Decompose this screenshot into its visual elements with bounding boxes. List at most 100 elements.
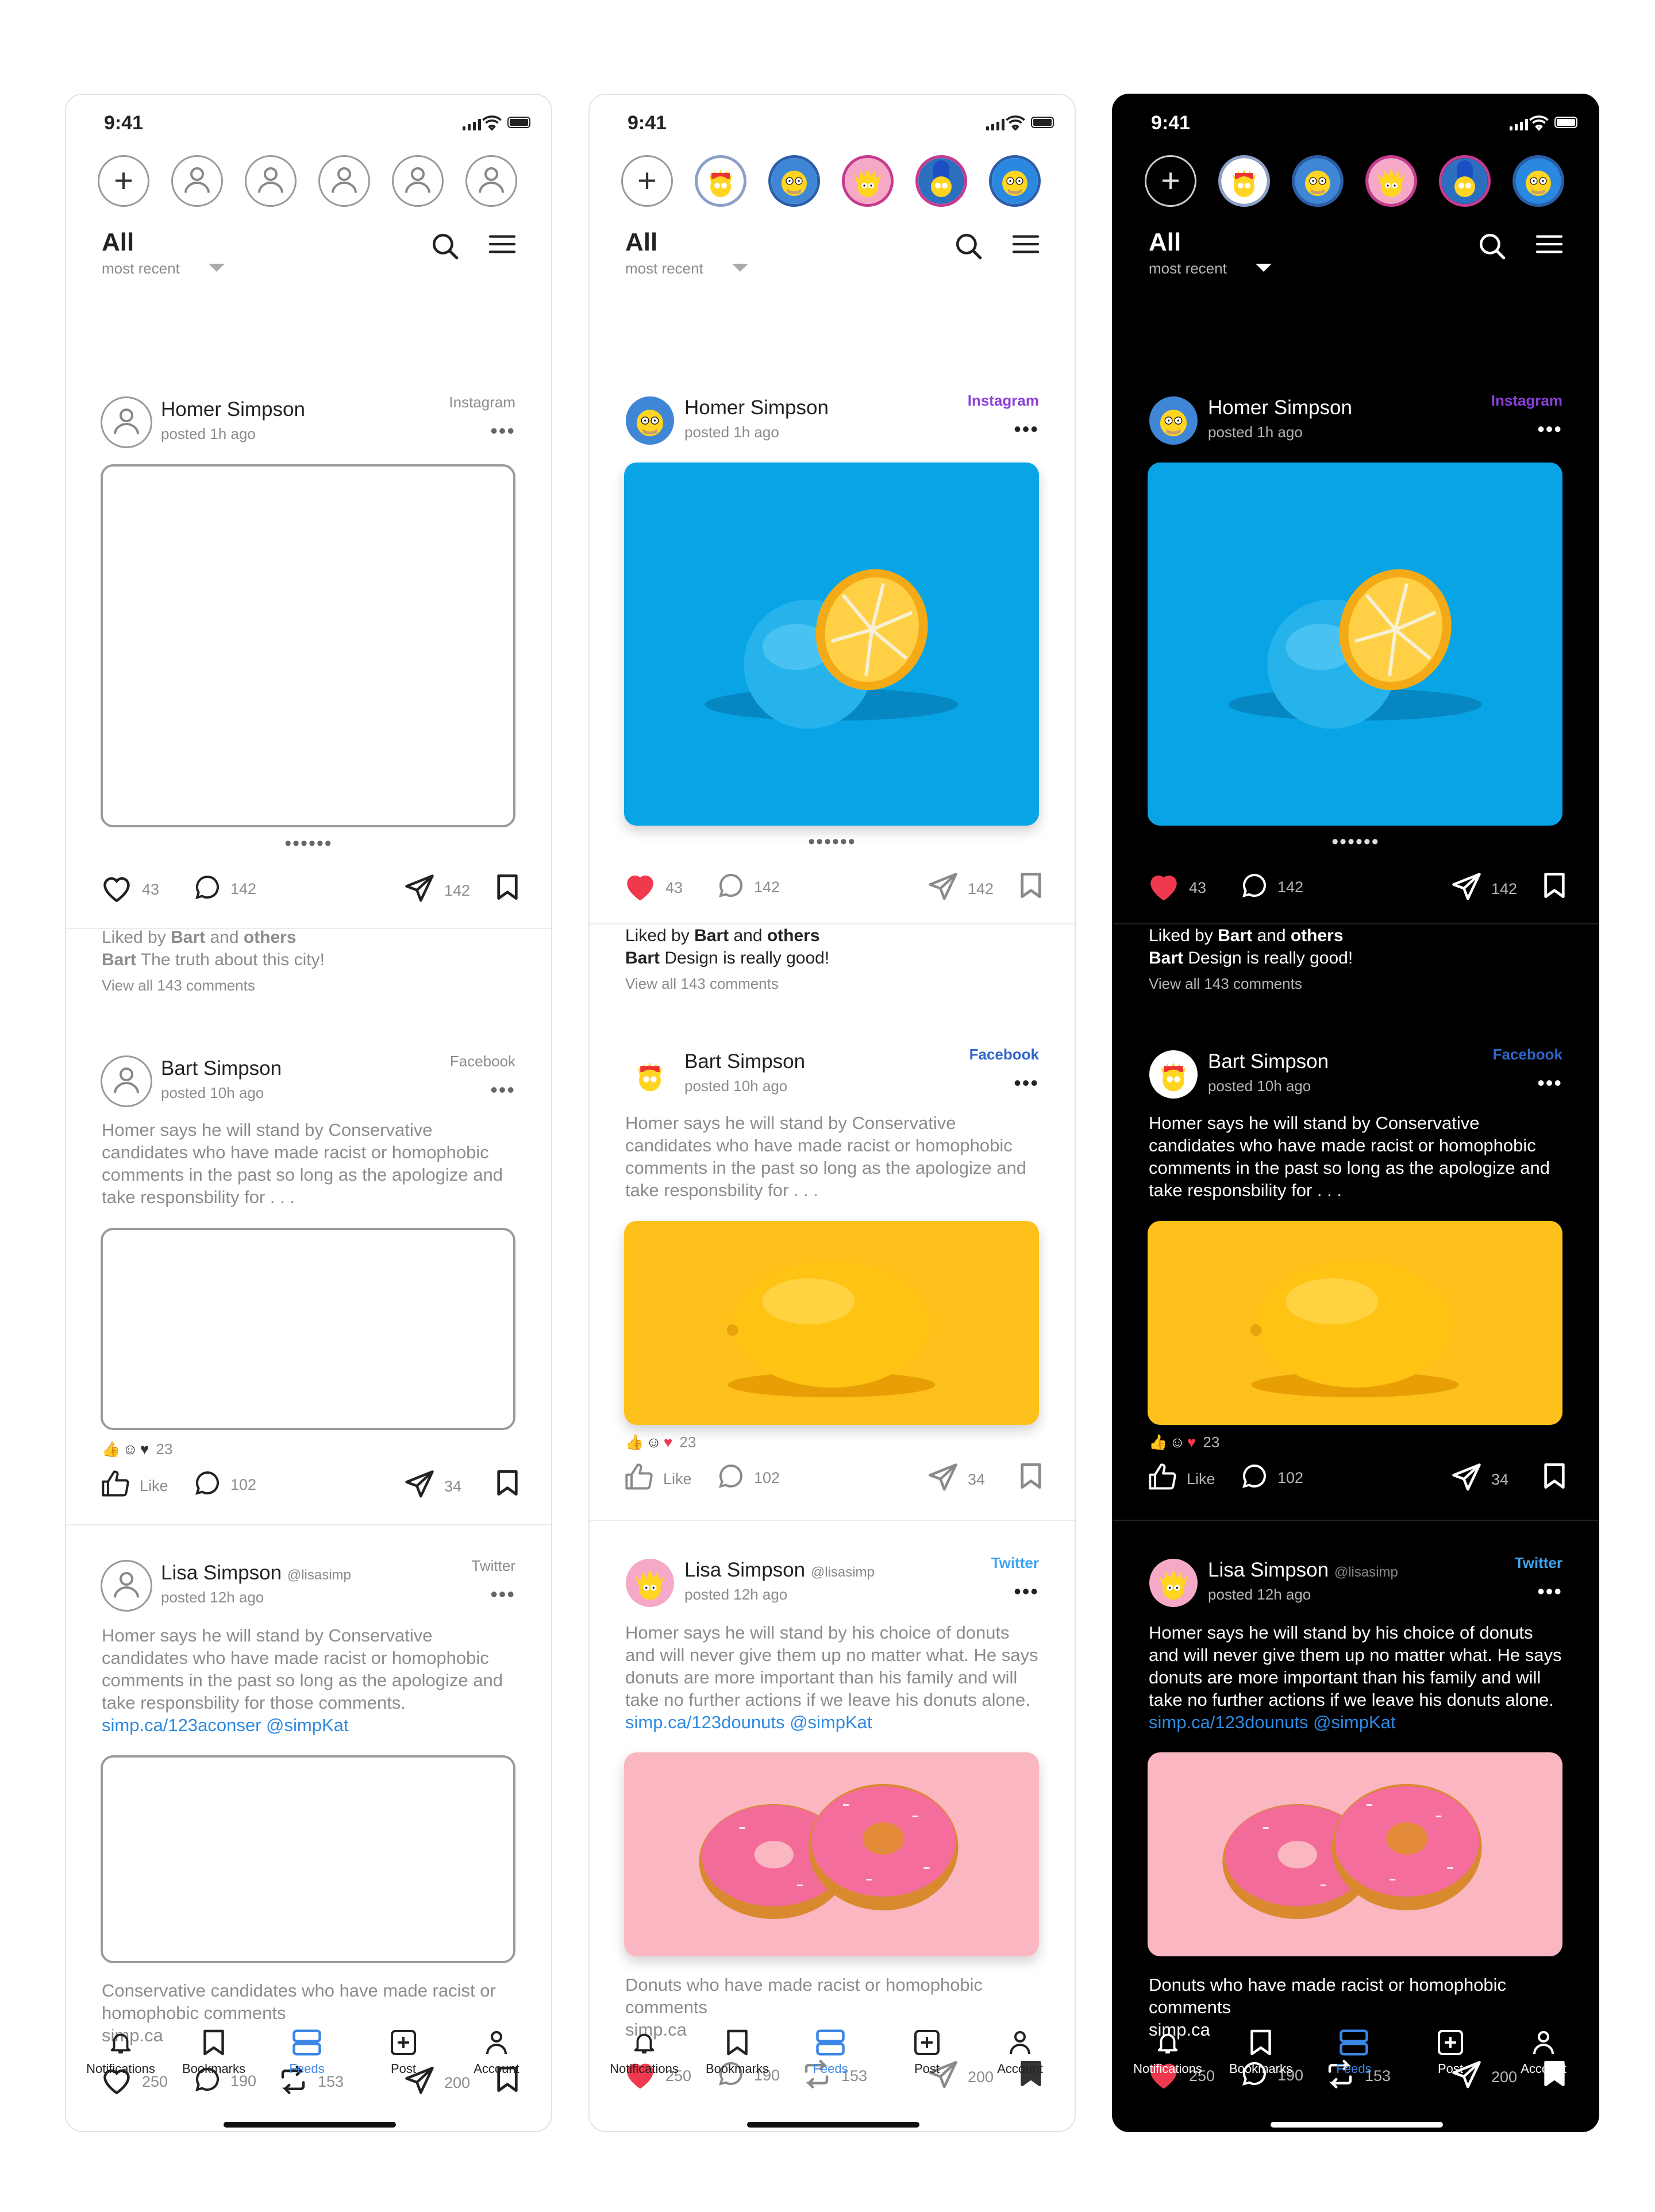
share-button[interactable]: 34 (404, 1469, 461, 1504)
story-avatar[interactable] (842, 155, 894, 207)
sort-selector[interactable]: most recent (1149, 260, 1227, 278)
image-pager[interactable]: •••••• (590, 832, 1075, 851)
tab-post[interactable]: Post (360, 2028, 447, 2076)
share-button[interactable]: 142 (1451, 872, 1517, 907)
author-avatar[interactable] (624, 1049, 676, 1100)
author-avatar[interactable] (101, 1055, 152, 1107)
post-link[interactable]: simp.ca/123aconser @simpKat (102, 1715, 349, 1735)
tab-account[interactable]: Account (977, 2028, 1063, 2076)
story-avatar[interactable] (245, 155, 297, 207)
sort-selector[interactable]: most recent (102, 260, 180, 278)
post-image[interactable] (624, 1221, 1039, 1425)
author-avatar[interactable] (624, 1557, 676, 1609)
chevron-down-icon[interactable] (209, 264, 225, 272)
more-options-icon[interactable]: ••• (1537, 1073, 1562, 1093)
post-image[interactable] (1148, 463, 1562, 826)
menu-icon[interactable] (488, 234, 516, 257)
story-avatar[interactable] (318, 155, 370, 207)
post-image[interactable] (624, 463, 1039, 826)
tab-bookmarks[interactable]: Bookmarks (171, 2028, 257, 2076)
add-story-button[interactable]: + (98, 155, 149, 207)
author-name[interactable]: Homer Simpson (161, 398, 305, 421)
more-options-icon[interactable]: ••• (1014, 1581, 1039, 1602)
bookmark-button[interactable] (496, 1469, 519, 1501)
share-button[interactable]: 142 (927, 872, 994, 907)
post-image[interactable] (101, 1228, 515, 1430)
comment-button[interactable]: 102 (1241, 1462, 1303, 1494)
comment-button[interactable]: 142 (1241, 872, 1303, 903)
author-avatar[interactable] (1148, 1557, 1199, 1609)
author-name[interactable]: Bart Simpson (1208, 1050, 1329, 1073)
add-story-button[interactable]: + (621, 155, 673, 207)
like-button[interactable]: Like (1148, 1462, 1215, 1496)
tab-feeds[interactable]: Feeds (264, 2028, 350, 2076)
more-options-icon[interactable]: ••• (1537, 419, 1562, 440)
menu-icon[interactable] (1012, 234, 1040, 257)
comment-button[interactable]: 142 (194, 873, 256, 905)
more-options-icon[interactable]: ••• (490, 421, 515, 441)
more-options-icon[interactable]: ••• (1014, 419, 1039, 440)
add-story-button[interactable]: + (1145, 155, 1196, 207)
search-icon[interactable] (1477, 232, 1506, 263)
tab-bookmarks[interactable]: Bookmarks (694, 2028, 780, 2076)
author-avatar[interactable] (1148, 1049, 1199, 1100)
search-icon[interactable] (430, 232, 459, 263)
comment-button[interactable]: 142 (717, 872, 780, 903)
like-button[interactable]: 43 (1148, 872, 1206, 904)
story-avatar[interactable] (465, 155, 517, 207)
comment-button[interactable]: 102 (194, 1469, 256, 1501)
menu-icon[interactable] (1535, 234, 1563, 257)
tab-feeds[interactable]: Feeds (787, 2028, 873, 2076)
more-options-icon[interactable]: ••• (1537, 1581, 1562, 1602)
reactions-summary[interactable]: 👍 ☺ ♥ 23 (102, 1440, 172, 1458)
author-avatar[interactable] (624, 395, 676, 446)
author-name[interactable]: Homer Simpson (1208, 396, 1352, 419)
post-link[interactable]: simp.ca/123dounuts @simpKat (1149, 1712, 1396, 1732)
bookmark-button[interactable] (1019, 1462, 1042, 1494)
story-avatar[interactable] (1292, 155, 1344, 207)
tab-bookmarks[interactable]: Bookmarks (1218, 2028, 1304, 2076)
like-button[interactable]: Like (624, 1462, 692, 1496)
share-button[interactable]: 142 (404, 873, 470, 908)
tab-post[interactable]: Post (884, 2028, 970, 2076)
author-name[interactable]: Bart Simpson (684, 1050, 805, 1073)
post-image[interactable] (1148, 1752, 1562, 1956)
story-avatar[interactable] (915, 155, 967, 207)
bookmark-button[interactable] (1019, 872, 1042, 903)
sort-selector[interactable]: most recent (625, 260, 703, 278)
view-comments-link[interactable]: View all 143 comments (625, 975, 779, 993)
author-name[interactable]: Bart Simpson (161, 1057, 282, 1080)
author-name[interactable]: Lisa Simpson @lisasimp (161, 1562, 351, 1585)
image-pager[interactable]: •••••• (1113, 832, 1598, 851)
bookmark-button[interactable] (496, 873, 519, 905)
story-avatar[interactable] (1512, 155, 1564, 207)
reactions-summary[interactable]: 👍 ☺ ♥ 23 (625, 1433, 696, 1451)
author-name[interactable]: Lisa Simpson @lisasimp (1208, 1559, 1398, 1582)
reactions-summary[interactable]: 👍 ☺ ♥ 23 (1149, 1433, 1219, 1451)
share-button[interactable]: 34 (927, 1462, 985, 1497)
chevron-down-icon[interactable] (732, 264, 748, 272)
tab-account[interactable]: Account (453, 2028, 540, 2076)
story-avatar[interactable] (1439, 155, 1491, 207)
search-icon[interactable] (954, 232, 983, 263)
author-avatar[interactable] (101, 1560, 152, 1612)
more-options-icon[interactable]: ••• (490, 1080, 515, 1100)
author-avatar[interactable] (101, 396, 152, 448)
post-image[interactable] (1148, 1221, 1562, 1425)
like-button[interactable]: 43 (624, 872, 683, 904)
post-image[interactable] (624, 1752, 1039, 1956)
like-button[interactable]: 43 (101, 873, 159, 906)
image-pager[interactable]: •••••• (66, 834, 551, 853)
author-name[interactable]: Homer Simpson (684, 396, 829, 419)
tab-account[interactable]: Account (1500, 2028, 1587, 2076)
view-comments-link[interactable]: View all 143 comments (1149, 975, 1302, 993)
story-avatar[interactable] (768, 155, 820, 207)
like-button[interactable]: Like (101, 1469, 168, 1503)
tab-feeds[interactable]: Feeds (1311, 2028, 1397, 2076)
story-avatar[interactable] (1218, 155, 1270, 207)
author-avatar[interactable] (1148, 395, 1199, 446)
tab-notifications[interactable]: Notifications (78, 2028, 164, 2076)
story-avatar[interactable] (989, 155, 1041, 207)
tab-post[interactable]: Post (1407, 2028, 1494, 2076)
tab-notifications[interactable]: Notifications (601, 2028, 687, 2076)
